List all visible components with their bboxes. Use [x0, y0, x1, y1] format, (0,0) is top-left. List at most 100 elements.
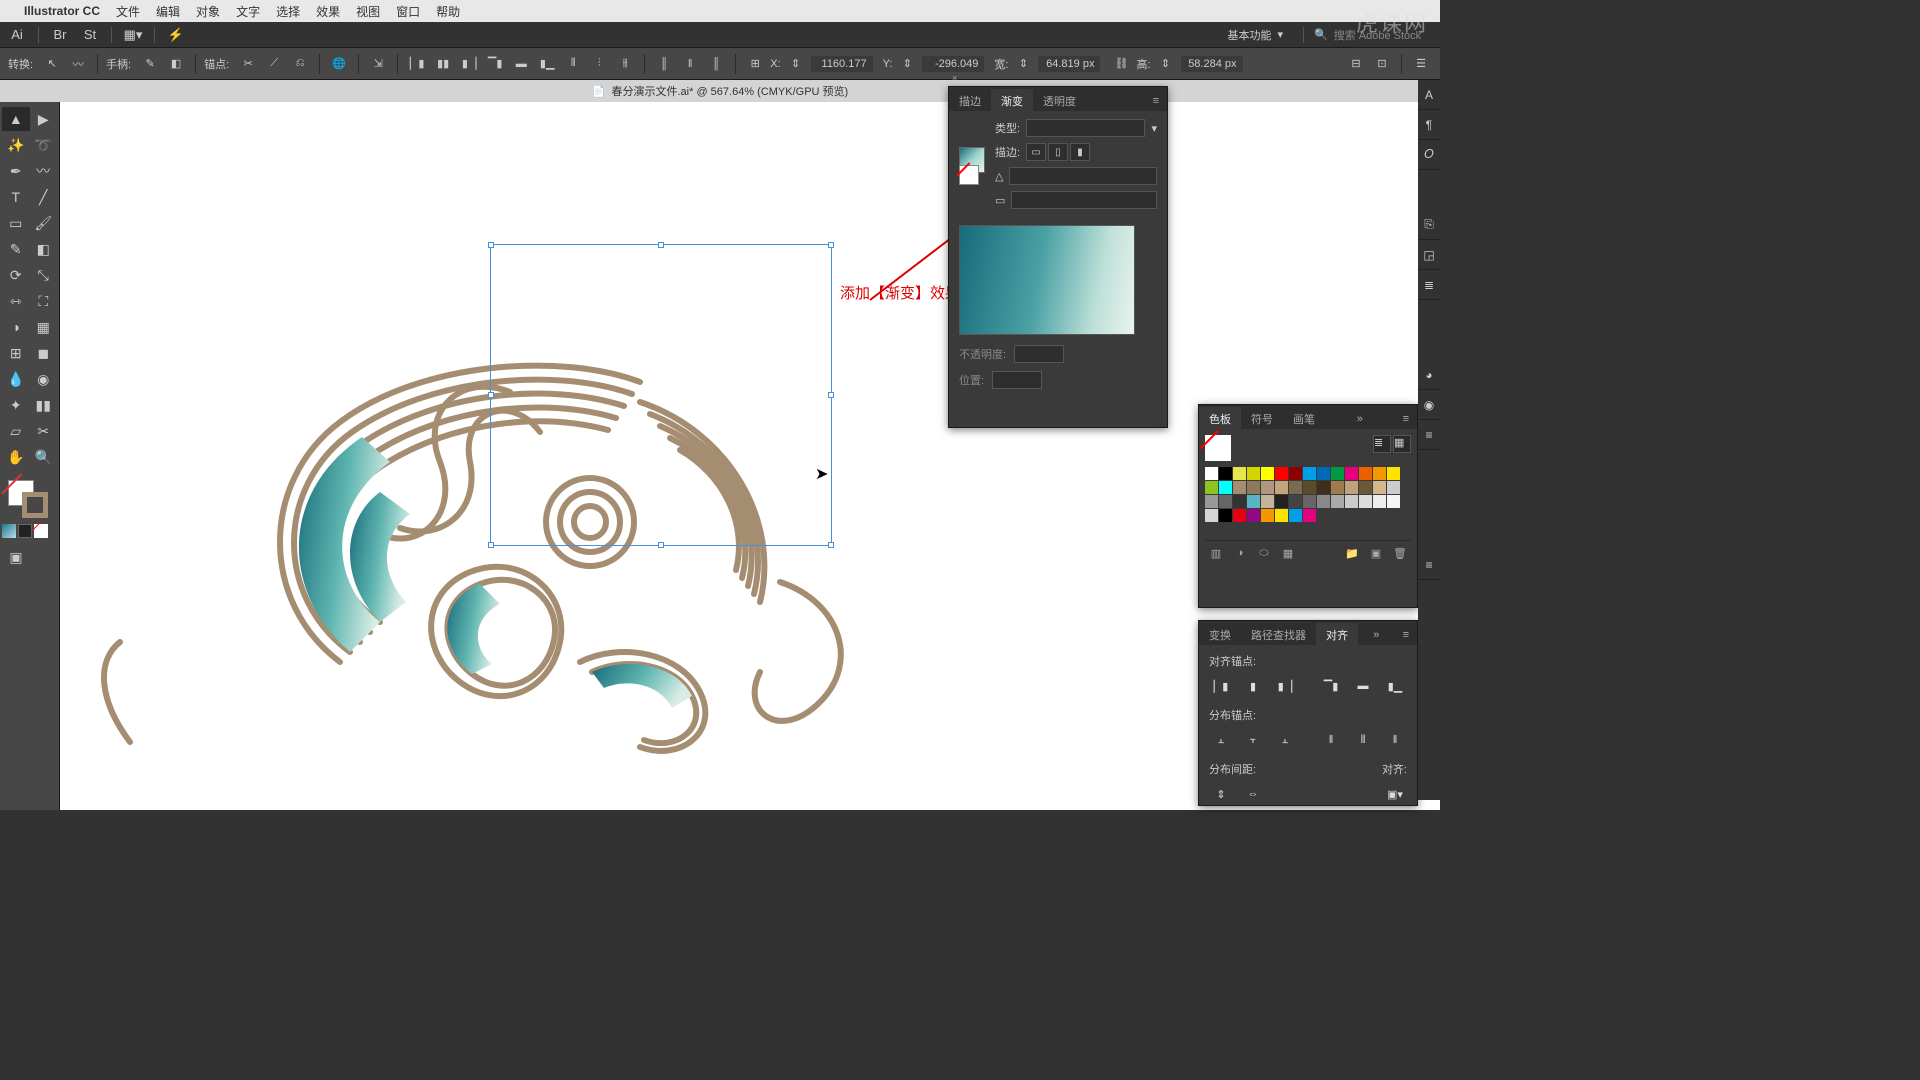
bridge-icon[interactable]: Br: [49, 25, 71, 45]
y-stepper-icon[interactable]: ⇕: [896, 53, 918, 75]
stroke-swatch[interactable]: [22, 492, 48, 518]
align-r-icon[interactable]: ▮▕: [458, 53, 480, 75]
swatch-cell[interactable]: [1387, 467, 1400, 480]
gpu-icon[interactable]: ⚡: [165, 25, 187, 45]
swatch-cell[interactable]: [1289, 495, 1302, 508]
type-tool[interactable]: T: [2, 185, 30, 209]
swatch-cell[interactable]: [1275, 481, 1288, 494]
align-t-icon[interactable]: ▔▮: [484, 53, 506, 75]
handle-tc[interactable]: [658, 242, 664, 248]
swatch-cell[interactable]: [1331, 481, 1344, 494]
swatch-opts-icon[interactable]: ⬭: [1255, 545, 1273, 561]
stroke-grad-b-icon[interactable]: ▯: [1048, 143, 1068, 161]
gradient-type-select[interactable]: [1026, 119, 1145, 137]
dist-right-icon[interactable]: ‖: [1383, 729, 1407, 751]
dock-graphic-icon[interactable]: ≡: [1418, 420, 1440, 450]
h-value[interactable]: 58.284 px: [1181, 56, 1243, 72]
swatch-cell[interactable]: [1303, 495, 1316, 508]
menu-select[interactable]: 选择: [276, 3, 300, 20]
tab-pathfinder[interactable]: 路径查找器: [1241, 623, 1316, 645]
tab-brushes[interactable]: 画笔: [1283, 407, 1325, 429]
dist-v3-icon[interactable]: ║: [705, 53, 727, 75]
dist-hspace-icon[interactable]: ⇔: [1241, 783, 1265, 805]
swatch-cell[interactable]: [1219, 467, 1232, 480]
dock-opentype-icon[interactable]: 𝑂: [1418, 140, 1440, 170]
ref-point-icon[interactable]: ⊞: [744, 53, 766, 75]
swatch-cell[interactable]: [1205, 481, 1218, 494]
align-top-icon[interactable]: ▔▮: [1319, 675, 1343, 697]
dist-v2-icon[interactable]: ‖: [679, 53, 701, 75]
menu-view[interactable]: 视图: [356, 3, 380, 20]
fill-stroke-indicator[interactable]: [2, 478, 57, 520]
swatch-cell[interactable]: [1247, 481, 1260, 494]
swatch-cell[interactable]: [1317, 495, 1330, 508]
dock-properties-icon[interactable]: A: [1418, 80, 1440, 110]
swatch-cell[interactable]: [1373, 467, 1386, 480]
tab-symbols[interactable]: 符号: [1241, 407, 1283, 429]
swatch-cell[interactable]: [1317, 481, 1330, 494]
panel-expand-icon[interactable]: »: [1365, 625, 1387, 645]
dist-hcenter-icon[interactable]: ⫴: [1351, 729, 1375, 751]
dock-assets-icon[interactable]: ◲: [1418, 240, 1440, 270]
swatch-cell[interactable]: [1289, 467, 1302, 480]
dist-h2-icon[interactable]: ⫶: [588, 53, 610, 75]
opt-a-icon[interactable]: ⊟: [1345, 53, 1367, 75]
shaper-tool[interactable]: ✎: [2, 237, 30, 261]
align-c-icon[interactable]: ▮▮: [432, 53, 454, 75]
align-m-icon[interactable]: ▬: [510, 53, 532, 75]
direct-select-tool[interactable]: ▶: [30, 107, 58, 131]
isolate-icon[interactable]: ⇲: [367, 53, 389, 75]
w-stepper-icon[interactable]: ⇕: [1012, 53, 1034, 75]
handle-ml[interactable]: [488, 392, 494, 398]
swatch-cell[interactable]: [1205, 495, 1218, 508]
globe-icon[interactable]: 🌐: [328, 53, 350, 75]
swatch-cell[interactable]: [1387, 481, 1400, 494]
swatch-cell[interactable]: [1205, 467, 1218, 480]
swatch-cell[interactable]: [1261, 495, 1274, 508]
link-wh-icon[interactable]: ⛓: [1110, 53, 1132, 75]
dock-paragraph-icon[interactable]: ¶: [1418, 110, 1440, 140]
dist-h1-icon[interactable]: ⫴: [562, 53, 584, 75]
dist-vspace-icon[interactable]: ⇕: [1209, 783, 1233, 805]
gradient-aspect-field[interactable]: [1011, 191, 1157, 209]
panel-close-icon[interactable]: ×: [952, 73, 957, 83]
stroke-grad-c-icon[interactable]: ▮: [1070, 143, 1090, 161]
arrange-icon[interactable]: ▦▾: [122, 25, 144, 45]
dock-layers-icon[interactable]: ≣: [1418, 270, 1440, 300]
swatch-cell[interactable]: [1317, 467, 1330, 480]
panel-menu-icon[interactable]: ≡: [1145, 91, 1167, 111]
swatch-grid[interactable]: [1205, 467, 1411, 522]
new-swatch-icon[interactable]: ▣: [1367, 545, 1385, 561]
align-panel[interactable]: 变换 路径查找器 对齐 » ≡ 对齐锚点: ▏▮ ▮ ▮▕ ▔▮ ▬ ▮▁ 分布…: [1198, 620, 1418, 806]
swatch-cell[interactable]: [1261, 481, 1274, 494]
dist-v1-icon[interactable]: ║: [653, 53, 675, 75]
width-tool[interactable]: ⇿: [2, 289, 30, 313]
swatch-lib-icon[interactable]: ▥: [1207, 545, 1225, 561]
selection-bounding-box[interactable]: [490, 244, 832, 546]
swatch-cell[interactable]: [1233, 481, 1246, 494]
shape-builder-tool[interactable]: ◑: [2, 315, 30, 339]
panel-menu-icon[interactable]: ≡: [1395, 409, 1417, 429]
gradient-tool[interactable]: ◼: [30, 341, 58, 365]
opt-b-icon[interactable]: ⊡: [1371, 53, 1393, 75]
swatch-cell[interactable]: [1261, 509, 1274, 522]
swatch-cell[interactable]: [1373, 495, 1386, 508]
symbol-spray-tool[interactable]: ✦: [2, 393, 30, 417]
swatch-cell[interactable]: [1331, 495, 1344, 508]
dist-h3-icon[interactable]: ⫵: [614, 53, 636, 75]
swatch-cell[interactable]: [1219, 481, 1232, 494]
free-transform-tool[interactable]: ⛶: [30, 289, 58, 313]
swatch-cell[interactable]: [1303, 467, 1316, 480]
grid-view-icon[interactable]: ▦: [1393, 435, 1411, 453]
align-left-icon[interactable]: ▏▮: [1209, 675, 1233, 697]
app-name[interactable]: Illustrator CC: [24, 4, 100, 18]
h-stepper-icon[interactable]: ⇕: [1155, 53, 1177, 75]
align-right-icon[interactable]: ▮▕: [1273, 675, 1297, 697]
document-tab[interactable]: 📄 春分演示文件.ai* @ 567.64% (CMYK/GPU 预览): [0, 80, 1440, 102]
gradient-ramp[interactable]: [959, 225, 1135, 335]
curvature-tool[interactable]: 〰: [30, 159, 58, 183]
convert-smooth-icon[interactable]: 〰: [67, 53, 89, 75]
x-value[interactable]: 1160.177: [811, 56, 873, 72]
align-to-selection-icon[interactable]: ▣▾: [1383, 783, 1407, 805]
dock-color-icon[interactable]: ◕: [1418, 360, 1440, 390]
